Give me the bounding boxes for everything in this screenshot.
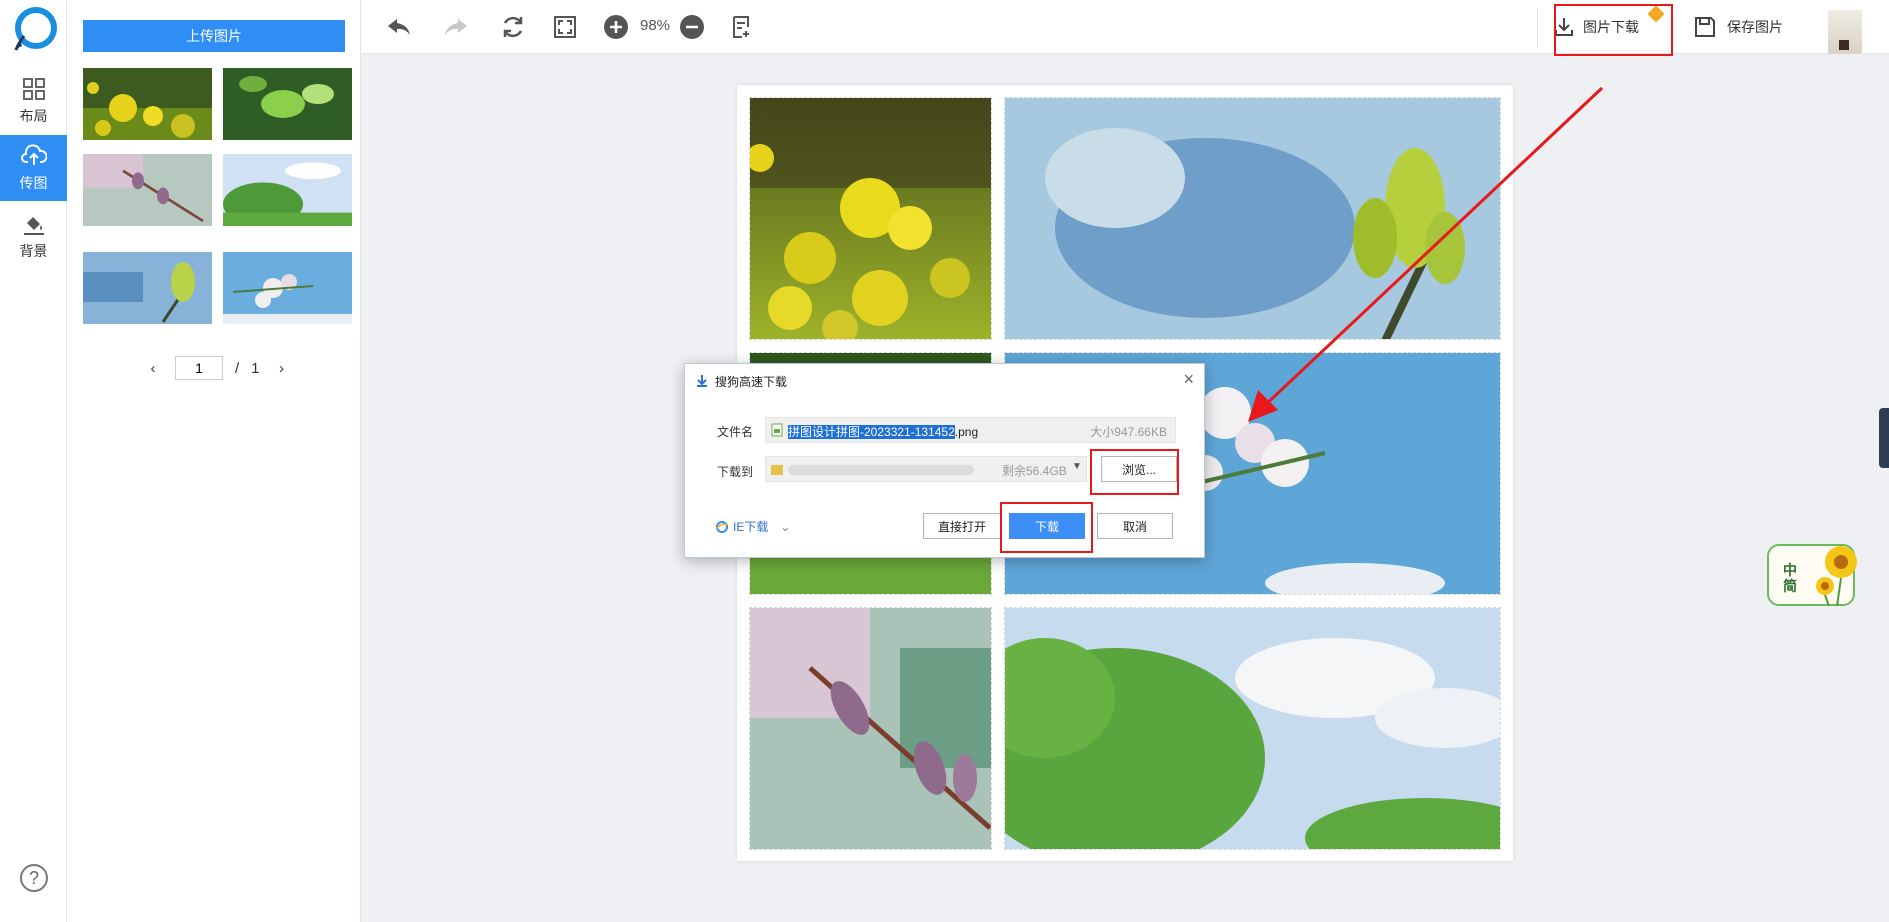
zoom-in-icon[interactable] [602,13,630,41]
nav-layout-label: 布局 [19,108,48,124]
highlight-browse-button [1090,449,1179,495]
ie-download-label: IE下载 [733,520,769,534]
sticker-line-1: 中 [1783,562,1797,578]
page-total: 1 [251,359,260,377]
app-logo-icon[interactable] [10,6,58,54]
toolbar-separator [1537,8,1538,48]
image-file-icon [771,423,783,437]
help-icon[interactable]: ? [20,864,48,892]
rotate-icon[interactable] [499,13,527,41]
ie-chevron-down-icon[interactable]: ⌄ [780,520,790,534]
blurred-path [788,465,974,475]
cancel-button[interactable]: 取消 [1097,513,1173,539]
page-number-input[interactable] [175,356,223,380]
nav-background[interactable]: 背景 [0,203,67,269]
nav-upload-label: 传图 [19,175,48,191]
sunflower-icon [1816,546,1857,607]
nav-upload[interactable]: 传图 [0,135,67,201]
filename-label: 文件名 [717,425,754,439]
path-dropdown-icon[interactable]: ▼ [1072,461,1082,472]
thumbnail-leaves[interactable] [223,68,352,140]
ie-download-link[interactable]: IE下载 ⌄ [715,518,790,535]
sticker-widget[interactable]: 中 简 [1767,544,1857,607]
paint-bucket-icon [23,217,44,235]
folder-icon [771,465,783,475]
notes-icon[interactable] [728,13,756,41]
cloud-upload-icon [20,144,47,165]
next-page-icon[interactable]: › [272,360,292,377]
open-directly-button[interactable]: 直接打开 [923,513,1001,539]
filename-extension: .png [954,425,979,439]
collage-cell-catkin[interactable] [749,607,992,850]
sticker-line-2: 简 [1783,578,1797,594]
pagination: ‹ / 1 › [143,356,292,380]
user-avatar[interactable] [1828,10,1862,54]
nav-background-label: 背景 [19,243,48,259]
dialog-title-bar: 搜狗高速下载 [695,372,787,390]
free-space: 剩余56.4GB [1002,464,1067,478]
fit-screen-icon[interactable] [551,13,579,41]
zoom-level: 98% [640,17,671,34]
close-icon[interactable]: × [1183,369,1194,390]
redo-icon[interactable] [442,13,470,41]
download-arrow-icon [697,375,707,387]
annotation-arrow [1248,86,1604,422]
collage-cell-rapeseed[interactable] [749,97,992,340]
thumbnail-bud[interactable] [83,252,212,324]
page-separator: / [235,359,240,377]
save-icon [1695,17,1715,37]
save-image-label: 保存图片 [1727,19,1783,35]
collage-cell-tree[interactable] [1004,607,1501,850]
save-image-button[interactable]: 保存图片 [1693,12,1783,42]
tree-photo [1005,608,1500,849]
filename-field[interactable]: 拼图设计拼图-2023321-131452.png 大小947.66KB [765,417,1176,443]
save-path-field[interactable]: 剩余56.4GB ▼ [765,456,1087,482]
image-panel: 上传图片 ‹ 1 / 1 › [67,0,361,922]
catkin-photo [750,608,991,849]
nav-layout[interactable]: 布局 [0,68,67,134]
upload-image-button[interactable]: 上传图片 [83,20,345,52]
ie-icon [715,520,729,533]
filename-selected: 拼图设计拼图-2023321-131452 [788,425,955,439]
prev-page-icon[interactable]: ‹ [143,360,163,377]
save-to-label: 下载到 [717,465,754,479]
thumbnail-catkin[interactable] [83,154,212,226]
rapeseed-photo [750,98,991,339]
undo-icon[interactable] [385,13,413,41]
file-size: 大小947.66KB [1090,425,1167,439]
grid-icon [22,78,45,100]
side-tab-handle[interactable] [1879,408,1889,468]
highlight-download-button [1554,4,1673,56]
zoom-out-icon[interactable] [678,13,706,41]
nav-rail: 布局 传图 背景 ? [0,0,67,922]
thumbnail-tree-sky[interactable] [223,154,352,226]
dialog-title: 搜狗高速下载 [715,374,788,389]
thumbnail-rapeseed[interactable] [83,68,212,140]
highlight-download-button-dialog [1000,502,1093,553]
thumbnail-blossom[interactable] [223,252,352,324]
